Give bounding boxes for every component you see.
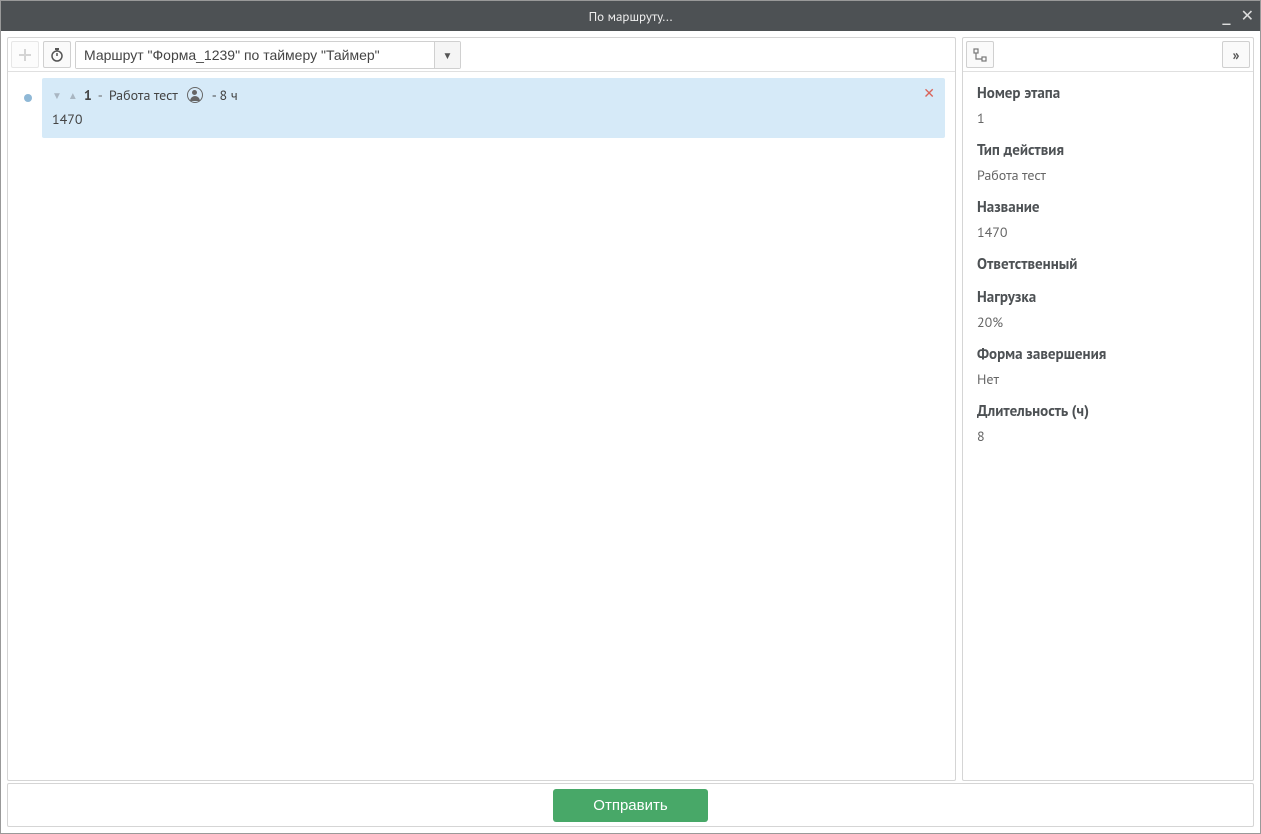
content-area: ▼ ▼ ▲ 1 - Работа тест [1,31,1260,833]
right-panel: » Номер этапа 1 Тип действия Работа тест… [962,37,1254,781]
step-action-label: Работа тест [109,86,178,104]
stopwatch-icon [50,48,64,62]
collapse-panel-button[interactable]: » [1222,41,1250,68]
field-value: 1470 [977,223,1239,241]
left-panel: ▼ ▼ ▲ 1 - Работа тест [7,37,956,781]
move-up-button[interactable]: ▲ [68,89,78,102]
field-label: Ответственный [977,255,1239,274]
route-input[interactable] [76,42,434,68]
field-value: Работа тест [977,166,1239,184]
step-duration: - 8 ч [212,86,238,104]
chevron-down-icon: ▼ [443,49,453,62]
step-header: ▼ ▲ 1 - Работа тест - 8 ч [52,86,935,104]
left-toolbar: ▼ [8,38,955,72]
field-completion-form: Форма завершения Нет [977,345,1239,388]
field-responsible: Ответственный [977,255,1239,274]
field-duration: Длительность (ч) 8 [977,402,1239,445]
field-action-type: Тип действия Работа тест [977,141,1239,184]
titlebar: По маршруту... _ ✕ [1,1,1260,31]
field-label: Длительность (ч) [977,402,1239,421]
close-button[interactable]: ✕ [1241,8,1254,24]
field-value: Нет [977,370,1239,388]
main-row: ▼ ▼ ▲ 1 - Работа тест [7,37,1254,781]
tree-icon [973,48,987,62]
chevron-right-double-icon: » [1233,46,1240,64]
step-subtitle: 1470 [52,110,935,128]
step-separator: - [98,86,103,104]
field-label: Тип действия [977,141,1239,160]
field-value: 1 [977,109,1239,127]
submit-button[interactable]: Отправить [553,789,707,822]
app-window: По маршруту... _ ✕ ▼ [0,0,1261,834]
move-down-button[interactable]: ▼ [52,89,62,102]
field-stage-number: Номер этапа 1 [977,84,1239,127]
route-dropdown-button[interactable]: ▼ [434,42,460,68]
field-label: Форма завершения [977,345,1239,364]
field-value: 8 [977,427,1239,445]
minimize-button[interactable]: _ [1222,4,1230,24]
user-icon [187,87,203,103]
route-combo[interactable]: ▼ [75,41,461,69]
footer: Отправить [7,783,1254,827]
field-label: Номер этапа [977,84,1239,103]
add-button[interactable] [11,41,39,68]
step-number: 1 [84,86,92,104]
tree-button[interactable] [966,41,994,68]
right-toolbar: » [963,38,1253,72]
step-card[interactable]: ▼ ▲ 1 - Работа тест - 8 ч ✕ 1470 [42,78,945,138]
details-body: Номер этапа 1 Тип действия Работа тест Н… [963,72,1253,780]
window-controls: _ ✕ [1222,1,1254,31]
window-title: По маршруту... [589,8,673,25]
field-value: 20% [977,313,1239,331]
step-remove-button[interactable]: ✕ [923,84,935,102]
field-label: Нагрузка [977,288,1239,307]
plus-icon [19,49,31,61]
field-name: Название 1470 [977,198,1239,241]
step-bullet-icon [24,94,32,102]
steps-list: ▼ ▲ 1 - Работа тест - 8 ч ✕ 1470 [8,72,955,780]
timer-button[interactable] [43,41,71,68]
field-load: Нагрузка 20% [977,288,1239,331]
field-label: Название [977,198,1239,217]
